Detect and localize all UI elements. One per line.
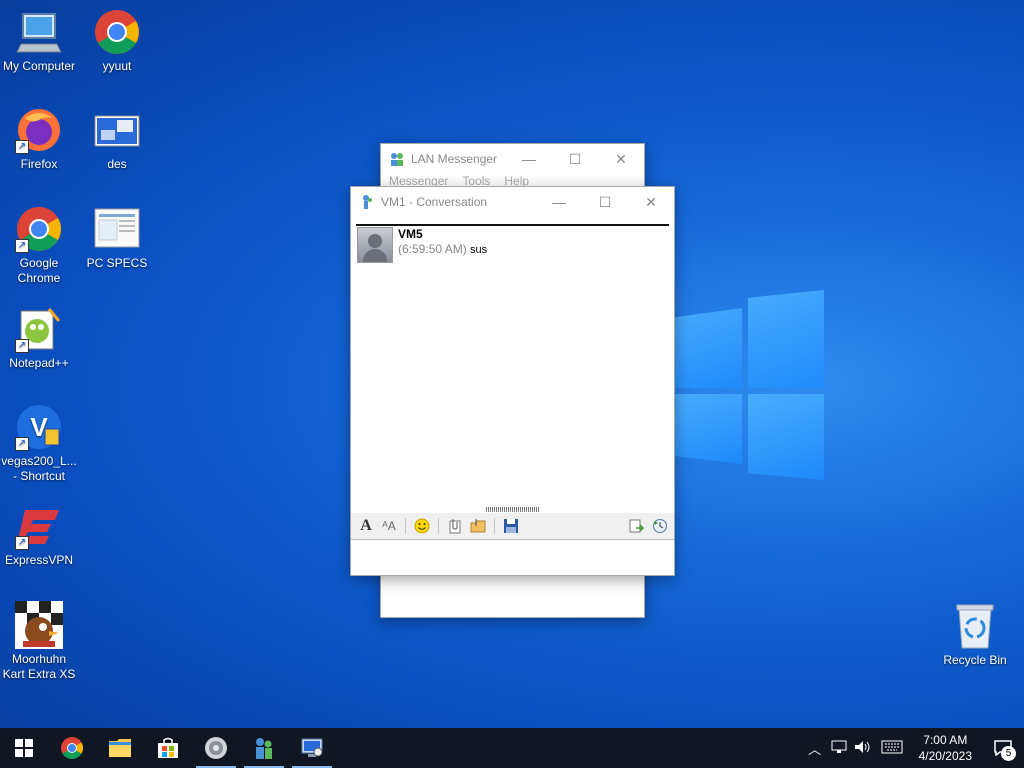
maximize-button[interactable]: ☐: [552, 144, 598, 174]
expressvpn-icon: ↗: [15, 502, 63, 550]
send-file-icon[interactable]: [445, 516, 465, 536]
save-icon[interactable]: [501, 516, 521, 536]
taskbar-app-steam-like[interactable]: [192, 728, 240, 768]
clock-time: 7:00 AM: [923, 733, 968, 747]
shortcut-arrow-icon: ↗: [15, 339, 29, 353]
computer-icon: [15, 8, 63, 56]
message-input[interactable]: [351, 539, 674, 575]
taskbar: ︿ 7:00 AM 4/20/2023 5: [0, 728, 1024, 768]
close-button[interactable]: ✕: [598, 144, 644, 174]
chevron-up-icon[interactable]: ︿: [803, 739, 827, 758]
desktop-icon-moorhuhn-kart[interactable]: Moorhuhn Kart Extra XS: [0, 601, 78, 682]
folder-icon: [109, 739, 131, 757]
shortcut-arrow-icon: ↗: [15, 140, 29, 154]
maximize-button[interactable]: ☐: [582, 187, 628, 217]
action-center-button[interactable]: 5: [982, 728, 1024, 768]
shortcut-arrow-icon: ↗: [15, 437, 29, 451]
clock[interactable]: 7:00 AM 4/20/2023: [909, 732, 982, 764]
conversation-icon: [359, 194, 375, 210]
image-file-icon: [93, 106, 141, 154]
taskbar-remote-desktop[interactable]: [288, 728, 336, 768]
clock-date: 4/20/2023: [918, 749, 972, 763]
start-button[interactable]: [0, 728, 48, 768]
app-circle-icon: [205, 737, 227, 759]
system-tray: ︿ 7:00 AM 4/20/2023 5: [803, 728, 1024, 768]
firefox-icon: ↗: [15, 106, 63, 154]
conversation-window[interactable]: VM1 - Conversation — ☐ ✕ VM5 (6:59:50 AM…: [350, 186, 675, 576]
emoticon-icon[interactable]: [412, 516, 432, 536]
notepad-plus-plus-icon: ↗: [15, 305, 63, 353]
message-time: (6:59:50 AM): [398, 242, 467, 256]
document-icon: [93, 205, 141, 253]
send-folder-icon[interactable]: [468, 516, 488, 536]
vegas-icon: V ↗: [15, 403, 63, 451]
store-icon: [158, 737, 178, 758]
lan-messenger-icon: [256, 738, 272, 759]
desktop-icon-pc-specs[interactable]: PC SPECS: [78, 205, 156, 271]
minimize-button[interactable]: —: [536, 187, 582, 217]
lan-messenger-icon: [389, 151, 405, 167]
remote-desktop-icon: [301, 738, 323, 757]
message-history[interactable]: VM5 (6:59:50 AM) sus: [356, 224, 669, 508]
avatar: [357, 227, 393, 263]
desktop-icon-google-chrome[interactable]: ↗ Google Chrome: [0, 205, 78, 286]
desktop-icon-my-computer[interactable]: My Computer: [0, 8, 78, 74]
transfers-icon[interactable]: [626, 516, 646, 536]
desktop-icon-firefox[interactable]: ↗ Firefox: [0, 106, 78, 172]
desktop-icon-des[interactable]: des: [78, 106, 156, 172]
shortcut-arrow-icon: ↗: [15, 239, 29, 253]
taskbar-file-explorer[interactable]: [96, 728, 144, 768]
desktop-icon-expressvpn[interactable]: ↗ ExpressVPN: [0, 502, 78, 568]
window-title: LAN Messenger: [411, 152, 498, 166]
message-toolbar: A ᴬA: [351, 513, 674, 539]
conversation-titlebar[interactable]: VM1 - Conversation — ☐ ✕: [351, 187, 674, 217]
font-color-icon[interactable]: ᴬA: [379, 516, 399, 536]
window-title: VM1 - Conversation: [381, 195, 488, 209]
chrome-icon: [93, 8, 141, 56]
desktop-icon-recycle-bin[interactable]: Recycle Bin: [936, 602, 1014, 668]
desktop-icon-vegas-shortcut[interactable]: V ↗ vegas200_L... - Shortcut: [0, 403, 78, 484]
keyboard-icon[interactable]: [875, 740, 909, 757]
minimize-button[interactable]: —: [506, 144, 552, 174]
message-sender: VM5: [398, 227, 423, 241]
lan-messenger-titlebar[interactable]: LAN Messenger — ☐ ✕: [381, 144, 644, 174]
recycle-bin-icon: [951, 602, 999, 650]
volume-icon[interactable]: [851, 740, 875, 757]
message-item: VM5 (6:59:50 AM) sus: [357, 227, 487, 263]
windows-logo-wallpaper: [672, 290, 824, 480]
desktop-icon-yyuut[interactable]: yyuut: [78, 8, 156, 74]
shortcut-arrow-icon: ↗: [15, 536, 29, 550]
moorhuhn-icon: [15, 601, 63, 649]
message-text: sus: [470, 244, 488, 256]
chrome-icon: [61, 737, 83, 759]
close-button[interactable]: ✕: [628, 187, 674, 217]
desktop-icon-notepad-plus-plus[interactable]: ↗ Notepad++: [0, 305, 78, 371]
taskbar-chrome[interactable]: [48, 728, 96, 768]
notification-badge: 5: [1001, 746, 1016, 761]
taskbar-store[interactable]: [144, 728, 192, 768]
network-icon[interactable]: [827, 740, 851, 757]
font-icon[interactable]: A: [356, 516, 376, 536]
chrome-icon: ↗: [15, 205, 63, 253]
taskbar-lan-messenger[interactable]: [240, 728, 288, 768]
history-icon[interactable]: [650, 516, 670, 536]
